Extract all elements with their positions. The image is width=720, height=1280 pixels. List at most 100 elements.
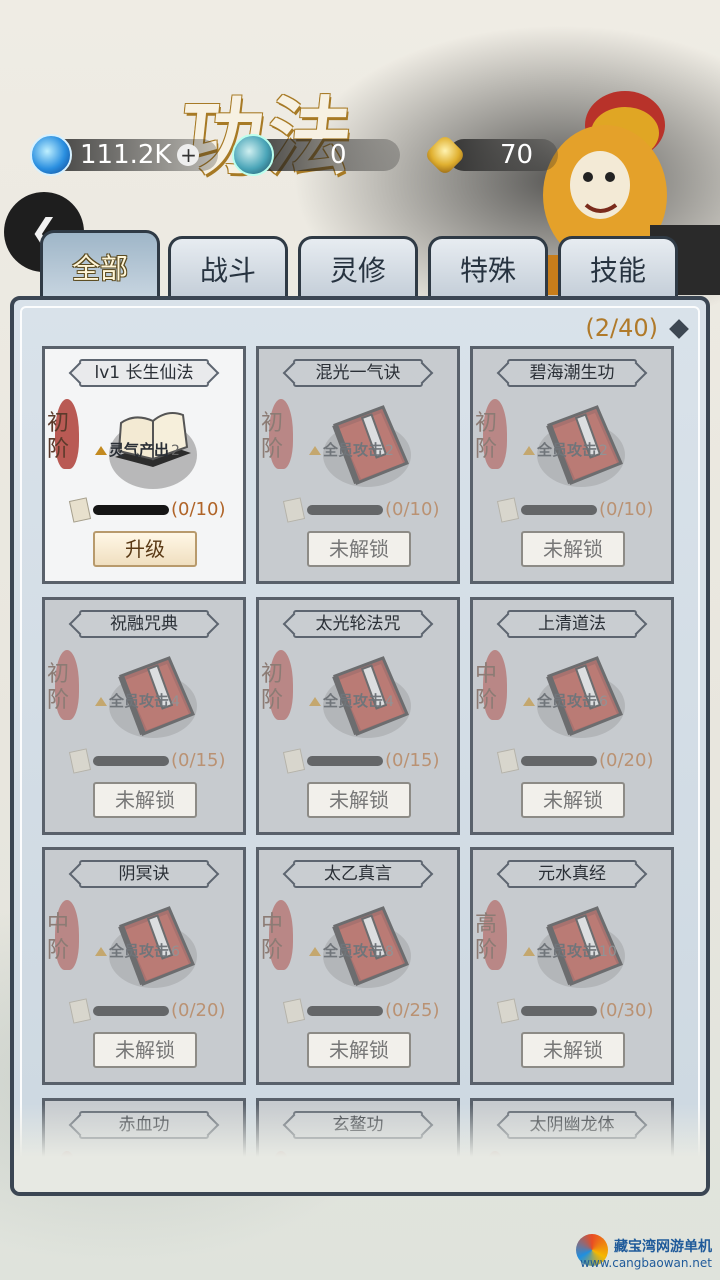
locked-button[interactable]: 未解锁 bbox=[521, 782, 625, 818]
technique-name: 混光一气诀 bbox=[293, 359, 423, 387]
technique-card[interactable]: 高阶 全员攻击 10 (0/30) 元水真经 未解锁 bbox=[470, 847, 674, 1085]
upgrade-button[interactable]: 升级 bbox=[93, 531, 197, 567]
bonus-line: 全员攻击 2 bbox=[523, 439, 663, 460]
up-arrow-icon bbox=[309, 697, 321, 706]
up-arrow-icon bbox=[95, 697, 107, 706]
tab-special[interactable]: 特殊 bbox=[428, 236, 548, 298]
bonus-label: 全员攻击 bbox=[537, 692, 598, 710]
bonus-value: 2 bbox=[171, 443, 180, 459]
watermark-title: 藏宝湾网游单机 bbox=[614, 1239, 712, 1255]
scroll-icon bbox=[496, 748, 520, 774]
progress-bar bbox=[521, 1006, 597, 1016]
up-arrow-icon bbox=[309, 446, 321, 455]
bonus-line: 全员攻击 4 bbox=[95, 690, 235, 711]
bonus-label: 全员攻击 bbox=[109, 942, 170, 960]
progress-bar bbox=[521, 756, 597, 766]
technique-name: lv1 长生仙法 bbox=[79, 359, 209, 387]
bonus-value: 2 bbox=[385, 443, 394, 459]
tab-all[interactable]: 全部 bbox=[40, 230, 160, 300]
up-arrow-icon bbox=[95, 446, 107, 455]
technique-name: 上清道法 bbox=[507, 610, 637, 638]
technique-card[interactable]: 初阶 全员攻击 2 (0/10) 混光一气诀 未解锁 bbox=[256, 346, 460, 584]
add-currency-button[interactable]: + bbox=[177, 144, 200, 166]
tier-label: 中阶 bbox=[261, 912, 284, 963]
watermark-url: www.cangbaowan.net bbox=[580, 1256, 712, 1270]
progress-text: (0/30) bbox=[599, 1000, 654, 1021]
up-arrow-icon bbox=[95, 947, 107, 956]
currency-gold-value: 70 bbox=[500, 140, 534, 170]
bonus-line: 全员攻击 4 bbox=[309, 690, 449, 711]
collection-count: (2/40) bbox=[585, 314, 658, 342]
tab-skills[interactable]: 技能 bbox=[558, 236, 678, 298]
progress-text: (0/10) bbox=[599, 499, 654, 520]
tier-label: 中阶 bbox=[47, 912, 70, 963]
technique-card[interactable]: 初阶 全员攻击 2 (0/10) 碧海潮生功 未解锁 bbox=[470, 346, 674, 584]
tier-label: 初阶 bbox=[261, 662, 284, 713]
bonus-label: 灵气产出 bbox=[109, 441, 170, 459]
tab-cultivation[interactable]: 灵修 bbox=[298, 236, 418, 298]
technique-card[interactable]: 中阶 全员攻击 6 (0/20) 阴冥诀 未解锁 bbox=[42, 847, 246, 1085]
up-arrow-icon bbox=[523, 697, 535, 706]
scroll-icon bbox=[282, 497, 306, 523]
tier-label: 高阶 bbox=[475, 912, 498, 963]
bonus-value: 8 bbox=[385, 944, 394, 960]
locked-button[interactable]: 未解锁 bbox=[521, 531, 625, 567]
locked-button[interactable]: 未解锁 bbox=[307, 531, 411, 567]
bonus-value: 4 bbox=[385, 694, 394, 710]
tier-label: 初阶 bbox=[261, 411, 284, 462]
locked-button[interactable]: 未解锁 bbox=[93, 782, 197, 818]
locked-button[interactable]: 未解锁 bbox=[307, 1032, 411, 1068]
locked-button[interactable]: 未解锁 bbox=[521, 1032, 625, 1068]
technique-name: 祝融咒典 bbox=[79, 610, 209, 638]
bonus-line: 全员攻击 6 bbox=[95, 940, 235, 961]
up-arrow-icon bbox=[309, 947, 321, 956]
scroll-icon bbox=[68, 748, 92, 774]
progress-text: (0/20) bbox=[171, 1000, 226, 1021]
progress-bar bbox=[93, 1006, 169, 1016]
up-arrow-icon bbox=[523, 446, 535, 455]
technique-name: 元水真经 bbox=[507, 860, 637, 888]
scroll-fade bbox=[14, 1104, 706, 1192]
scroll-icon bbox=[68, 998, 92, 1024]
bonus-line: 全员攻击 10 bbox=[523, 940, 663, 961]
currency-gold: 70 bbox=[423, 133, 570, 177]
tier-label: 初阶 bbox=[47, 662, 70, 713]
technique-name: 太光轮法咒 bbox=[293, 610, 423, 638]
bonus-label: 全员攻击 bbox=[323, 692, 384, 710]
tier-label: 初阶 bbox=[47, 411, 70, 462]
bonus-label: 全员攻击 bbox=[323, 441, 384, 459]
currency-spirit: 111.2K + bbox=[30, 134, 218, 176]
technique-name: 阴冥诀 bbox=[79, 860, 209, 888]
locked-button[interactable]: 未解锁 bbox=[93, 1032, 197, 1068]
scroll-icon bbox=[496, 497, 520, 523]
scroll-icon bbox=[496, 998, 520, 1024]
diamond-icon bbox=[669, 319, 689, 339]
spirit-orb-icon bbox=[30, 134, 72, 176]
locked-button[interactable]: 未解锁 bbox=[307, 782, 411, 818]
progress-text: (0/10) bbox=[171, 499, 226, 520]
progress-text: (0/15) bbox=[171, 750, 226, 771]
bonus-value: 6 bbox=[171, 944, 180, 960]
technique-card[interactable]: 中阶 全员攻击 6 (0/20) 上清道法 未解锁 bbox=[470, 597, 674, 835]
technique-card[interactable]: 初阶 灵气产出 2 (0/10) lv1 长生仙法 升级 bbox=[42, 346, 246, 584]
scroll-icon bbox=[282, 748, 306, 774]
bonus-value: 10 bbox=[599, 944, 617, 960]
technique-name: 太乙真言 bbox=[293, 860, 423, 888]
progress-text: (0/25) bbox=[385, 1000, 440, 1021]
tab-combat[interactable]: 战斗 bbox=[168, 236, 288, 298]
progress-bar bbox=[521, 505, 597, 515]
scroll-icon bbox=[282, 998, 306, 1024]
technique-card[interactable]: 中阶 全员攻击 8 (0/25) 太乙真言 未解锁 bbox=[256, 847, 460, 1085]
progress-bar bbox=[307, 1006, 383, 1016]
bonus-line: 全员攻击 6 bbox=[523, 690, 663, 711]
bonus-value: 2 bbox=[599, 443, 608, 459]
progress-bar bbox=[307, 756, 383, 766]
technique-card[interactable]: 初阶 全员攻击 4 (0/15) 祝融咒典 未解锁 bbox=[42, 597, 246, 835]
progress-bar bbox=[93, 505, 169, 515]
technique-name: 碧海潮生功 bbox=[507, 359, 637, 387]
currency-cloud: 0 bbox=[232, 134, 412, 176]
technique-panel[interactable]: (2/40) 初阶 灵气产出 2 (0/10) lv1 长生仙法 升级 初阶 全员… bbox=[10, 296, 710, 1196]
currency-spirit-value: 111.2K bbox=[80, 140, 172, 170]
technique-card[interactable]: 初阶 全员攻击 4 (0/15) 太光轮法咒 未解锁 bbox=[256, 597, 460, 835]
bonus-line: 全员攻击 8 bbox=[309, 940, 449, 961]
